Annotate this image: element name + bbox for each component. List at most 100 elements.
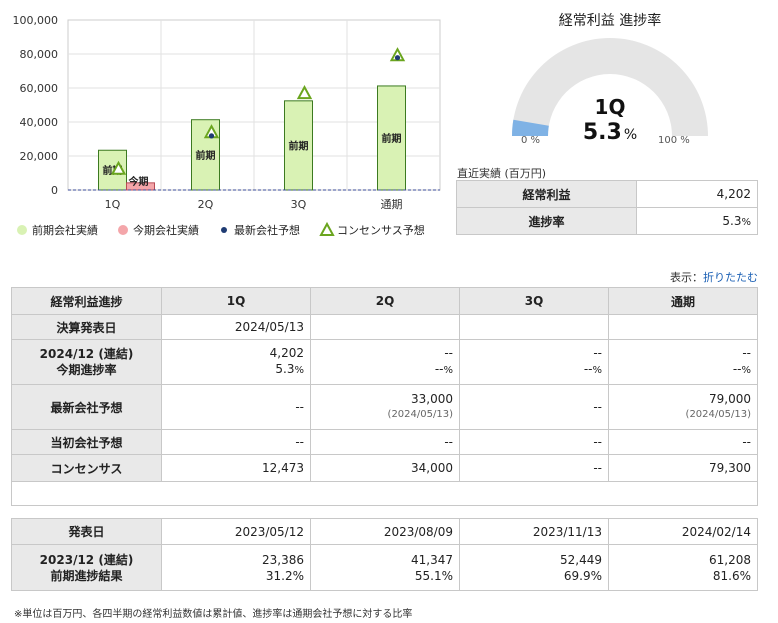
prev-announce-label: 発表日: [11, 518, 162, 545]
prev-result-1q: 23,386 31.2%: [161, 544, 311, 591]
recent-row-progress: 進捗率 5.3%: [456, 207, 758, 235]
latest-full-year: 79,000 (2024/05/13): [608, 384, 758, 430]
legend-label: 最新会社予想: [234, 223, 300, 237]
legend-label: 今期会社実績: [133, 223, 199, 237]
recent-progress-label: 進捗率: [456, 207, 637, 235]
current-2q-pct-unit: %: [443, 365, 453, 376]
prev-row-announce: 発表日 2023/05/12 2023/08/09 2023/11/13 202…: [11, 518, 758, 545]
prev-announce-1q: 2023/05/12: [161, 518, 311, 545]
x-tick-label: 1Q: [105, 198, 121, 211]
prev-result-1q-pct: 31.2%: [162, 568, 304, 584]
latest-1q: --: [161, 384, 311, 430]
prev-row-results: 2023/12 (連結) 前期進捗結果 23,386 31.2% 41,347 55…: [11, 544, 758, 591]
gauge-min-label: 0 %: [521, 135, 541, 146]
initial-full-year: --: [608, 429, 758, 455]
progress-table: 経常利益進捗 1Q 2Q 3Q 通期 決算発表日 2024/05/13 2024…: [11, 287, 758, 506]
progress-table-header: 経常利益進捗 1Q 2Q 3Q 通期: [11, 287, 758, 315]
prev-result-2q-pct-number: 55.1: [414, 568, 442, 583]
prev-result-label-period: 2023/12 (連結): [39, 552, 134, 567]
prev-result-3q: 52,449 69.9%: [459, 544, 609, 591]
prev-announce-full-year: 2024/02/14: [608, 518, 758, 545]
latest-full-year-date: (2024/05/13): [685, 409, 751, 420]
y-tick-label: 100,000: [13, 14, 59, 27]
legend-marker: [221, 227, 227, 233]
gauge-value: 5.3%: [545, 120, 675, 145]
prev-result-full-year-pct-number: 81.6: [712, 568, 740, 583]
x-tick-label: 2Q: [198, 198, 214, 211]
announce-2q: [310, 314, 460, 340]
recent-profit-label: 経常利益: [456, 180, 637, 208]
prev-result-label-progress: 前期進捗結果: [50, 568, 123, 583]
y-tick-label: 0: [51, 184, 58, 197]
y-tick-label: 40,000: [20, 116, 59, 129]
recent-progress-number: 5.3: [722, 214, 742, 228]
y-tick-label: 80,000: [20, 48, 59, 61]
display-toggle: 表示：折りたたむ: [670, 269, 758, 285]
bar-label-previous: 前期: [382, 132, 402, 145]
latest-3q: --: [459, 384, 609, 430]
progress-bar-chart: 0 20,000 40,000 60,000 80,000 100,000 1Q 2Q 3Q 通期…: [13, 14, 441, 237]
header-1q: 1Q: [161, 287, 311, 315]
y-tick-label: 20,000: [20, 150, 59, 163]
prev-result-full-year-value: 61,208: [709, 552, 751, 567]
consensus-1q: 12,473: [161, 454, 311, 482]
x-tick-label: 3Q: [291, 198, 307, 211]
prev-announce-3q: 2023/11/13: [459, 518, 609, 545]
prev-result-1q-pct-number: 31.2: [265, 568, 293, 583]
current-3q-value: --: [593, 346, 602, 360]
collapse-link[interactable]: 折りたたむ: [703, 271, 758, 284]
prev-result-2q-value: 41,347: [411, 552, 453, 567]
initial-1q: --: [161, 429, 311, 455]
latest-full-year-value: 79,000: [709, 392, 751, 406]
y-tick-label: 60,000: [20, 82, 59, 95]
latest-forecast-dot: [208, 133, 215, 139]
recent-caption: 直近実績 (百万円): [457, 167, 547, 180]
prev-announce-2q: 2023/08/09: [310, 518, 460, 545]
current-1q: 4,202 5.3%: [161, 339, 311, 385]
current-2q: -- --%: [310, 339, 460, 385]
spacer-cell: [11, 481, 758, 506]
initial-3q: --: [459, 429, 609, 455]
recent-progress-unit: %: [741, 217, 751, 228]
prev-result-1q-pct-unit: %: [292, 568, 304, 583]
row-current-results: 2024/12 (連結) 今期進捗率 4,202 5.3% -- --% -- --%…: [11, 339, 758, 385]
x-tick-label: 通期: [381, 198, 403, 211]
gauge-quarter: 1Q: [594, 95, 626, 119]
prev-result-full-year: 61,208 81.6%: [608, 544, 758, 591]
announce-1q: 2024/05/13: [161, 314, 311, 340]
latest-1q-value: --: [295, 400, 304, 414]
footnote: ※単位は百万円、各四半期の経常利益数値は累計値、進捗率は通期会社予想に対する比率: [14, 609, 413, 620]
latest-forecast-dot: [394, 55, 401, 61]
prev-result-2q-pct: 55.1%: [311, 568, 453, 584]
row-announce-date: 決算発表日 2024/05/13: [11, 314, 758, 340]
header-2q: 2Q: [310, 287, 460, 315]
prev-result-3q-pct-number: 69.9: [563, 568, 591, 583]
row-latest-forecast: 最新会社予想 -- 33,000 (2024/05/13) -- 79,000 (2…: [11, 384, 758, 430]
header-title: 経常利益進捗: [11, 287, 162, 315]
latest-label: 最新会社予想: [11, 384, 162, 430]
legend-marker: [319, 221, 335, 236]
prev-result-3q-pct: 69.9%: [460, 568, 602, 584]
recent-profit-value: 4,202: [636, 180, 758, 208]
announce-full-year: [608, 314, 758, 340]
consensus-2q: 34,000: [310, 454, 460, 482]
current-1q-pct-number: 5.3: [275, 362, 295, 376]
latest-2q: 33,000 (2024/05/13): [310, 384, 460, 430]
legend-label: 前期会社実績: [32, 223, 98, 237]
legend-marker: [17, 225, 27, 235]
bar-label-previous: 前期: [289, 139, 309, 152]
current-2q-value: --: [444, 346, 453, 360]
latest-2q-value: 33,000: [411, 392, 453, 406]
prev-result-2q: 41,347 55.1%: [310, 544, 460, 591]
bar-label-previous: 前期: [196, 149, 216, 162]
consensus-label: コンセンサス: [11, 454, 162, 482]
initial-2q: --: [310, 429, 460, 455]
current-1q-value: 4,202: [269, 346, 304, 360]
announce-label: 決算発表日: [11, 314, 162, 340]
initial-label: 当初会社予想: [11, 429, 162, 455]
legend-label: コンセンサス予想: [337, 223, 425, 237]
gauge-title: 経常利益 進捗率: [558, 13, 662, 29]
recent-progress-value: 5.3%: [636, 207, 758, 235]
current-1q-pct: 5.3%: [162, 361, 304, 379]
current-full-year-pct-unit: %: [741, 365, 751, 376]
